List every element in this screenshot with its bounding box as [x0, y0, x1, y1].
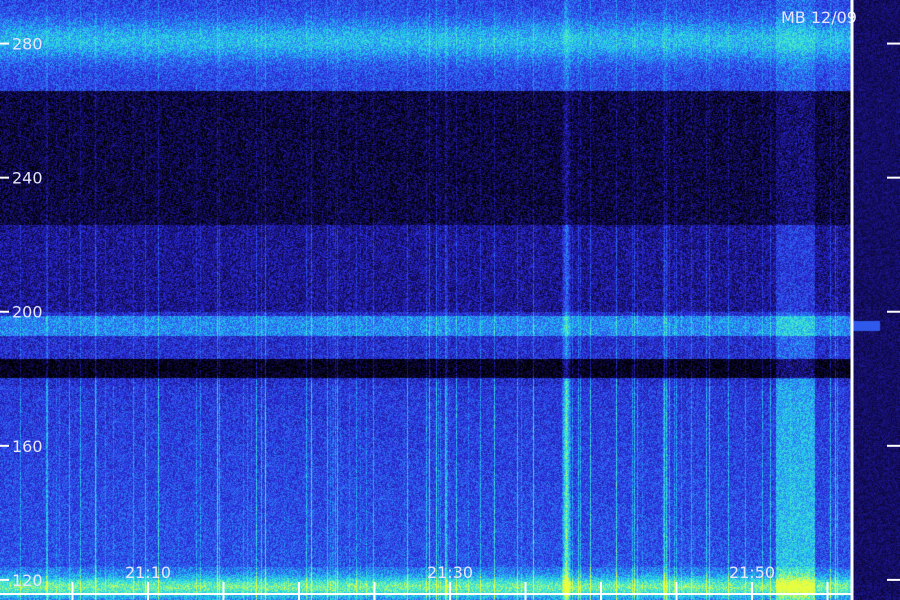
- y-tick-label: 280: [12, 35, 43, 54]
- x-axis: 21:10 21:30 21:50: [0, 563, 852, 600]
- x-tick-label: 21:10: [125, 563, 171, 582]
- y-tick-label: 120: [12, 571, 43, 590]
- y-tick-label: 160: [12, 437, 43, 456]
- axes-overlay: MB 12/09 120 160 200 240 280 21:10 21:30 21:50: [0, 0, 900, 600]
- y-tick-label: 240: [12, 169, 43, 188]
- chart-title: MB 12/09: [781, 8, 857, 27]
- y-tick-label: 200: [12, 303, 43, 322]
- y-axis: 120 160 200 240 280: [0, 35, 900, 590]
- x-tick-label: 21:30: [427, 563, 473, 582]
- x-tick-label: 21:50: [729, 563, 775, 582]
